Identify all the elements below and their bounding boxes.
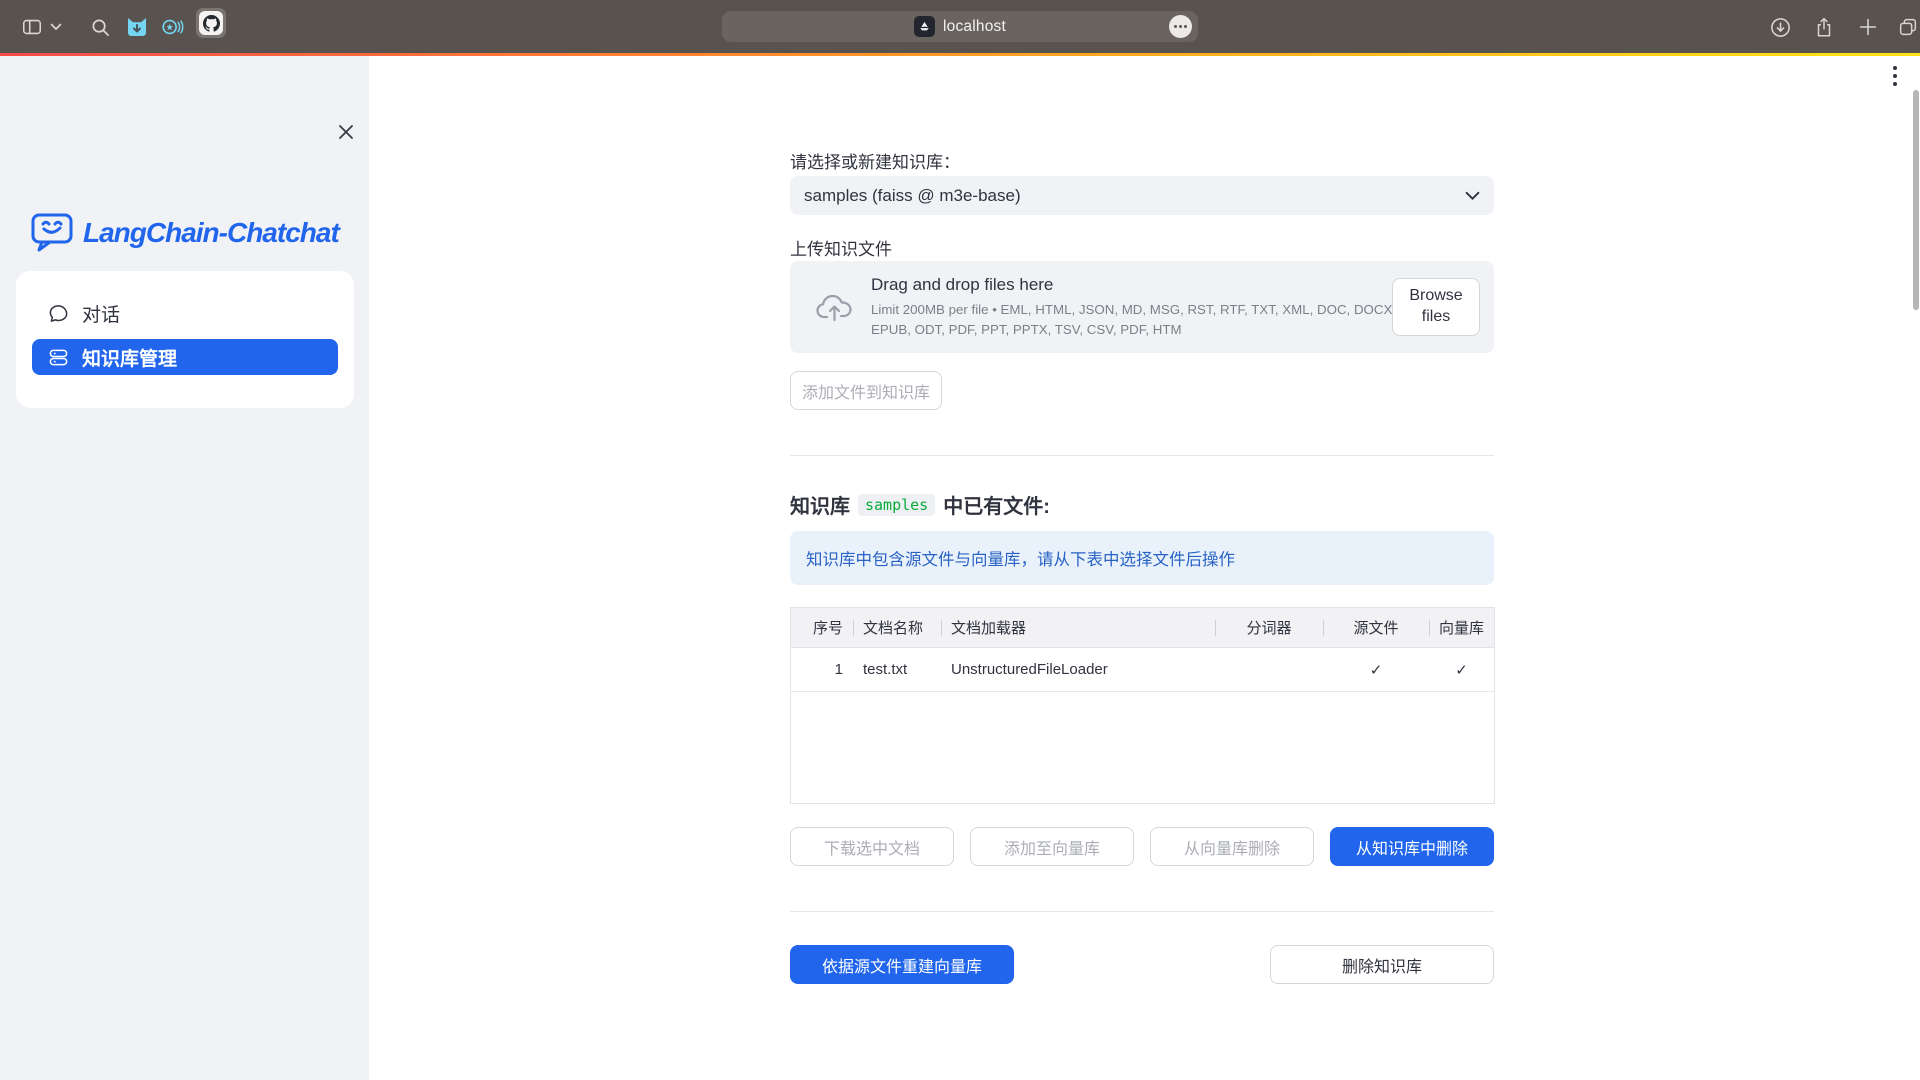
extension-cat-download-icon[interactable] [125, 15, 149, 39]
kb-heading-prefix: 知识库 [790, 490, 850, 519]
downloads-icon[interactable] [1768, 15, 1792, 39]
kb-select-label: 请选择或新建知识库： [790, 148, 1494, 173]
app-menu-icon[interactable] [1893, 66, 1897, 86]
github-extension-button[interactable] [196, 8, 226, 38]
chevron-down-icon[interactable] [48, 15, 64, 39]
nav-item-label: 对话 [82, 300, 120, 327]
bottom-divider [790, 911, 1494, 912]
info-box: 知识库中包含源文件与向量库，请从下表中选择文件后操作 [790, 531, 1494, 585]
share-icon[interactable] [1812, 15, 1836, 39]
delete-from-vector-button[interactable]: 从向量库删除 [1150, 827, 1314, 866]
col-header-vector: 向量库 [1429, 608, 1494, 647]
scrollbar-thumb[interactable] [1913, 90, 1919, 310]
kb-files-heading: 知识库 samples 中已有文件: [790, 490, 1494, 519]
nav-item-label: 知识库管理 [82, 344, 177, 371]
col-header-source: 源文件 [1323, 608, 1429, 647]
new-tab-icon[interactable] [1856, 15, 1880, 39]
github-icon [199, 11, 223, 35]
screen: localhost [0, 0, 1920, 1080]
col-header-index: 序号 [791, 608, 853, 647]
kb-name-code: samples [858, 494, 935, 516]
table-row[interactable]: 1 test.txt UnstructuredFileLoader ✓ ✓ [791, 648, 1494, 692]
kb-files-table[interactable]: 序号 文档名称 文档加载器 分词器 源文件 向量库 1 test.txt Uns… [790, 607, 1495, 804]
cell-name: test.txt [853, 648, 941, 691]
cell-splitter [1215, 648, 1323, 691]
kb-selectbox[interactable]: samples (faiss @ m3e-base) [790, 176, 1494, 215]
add-files-button[interactable]: 添加文件到知识库 [790, 371, 942, 410]
extension-star-ripple-icon[interactable] [160, 15, 184, 39]
sidebar-close-icon[interactable] [336, 122, 358, 144]
dropzone-instructions: Drag and drop files here Limit 200MB per… [871, 275, 1416, 339]
dropzone-limit: Limit 200MB per file • EML, HTML, JSON, … [871, 300, 1416, 339]
sidebar: LangChain-Chatchat 对话 [0, 56, 369, 1080]
select-chevron-icon [1465, 191, 1480, 201]
cell-index: 1 [791, 648, 853, 691]
search-icon[interactable] [88, 15, 112, 39]
cell-source-check: ✓ [1323, 648, 1429, 691]
url-host: localhost [943, 18, 1006, 36]
cell-vector-check: ✓ [1429, 648, 1494, 691]
page-options-icon[interactable] [1169, 15, 1192, 38]
delete-kb-button[interactable]: 删除知识库 [1270, 945, 1494, 984]
col-header-splitter: 分词器 [1215, 608, 1323, 647]
col-header-loader: 文档加载器 [941, 608, 1215, 647]
file-actions-row: 下载选中文档 添加至向量库 从向量库删除 从知识库中删除 [790, 827, 1494, 866]
sidebar-toggle-icon[interactable] [20, 15, 44, 39]
kb-heading-suffix: 中已有文件: [943, 490, 1050, 519]
kb-actions-row: 依据源文件重建向量库 删除知识库 [790, 945, 1494, 984]
table-header-row: 序号 文档名称 文档加载器 分词器 源文件 向量库 [791, 608, 1494, 648]
delete-from-kb-button[interactable]: 从知识库中删除 [1330, 827, 1494, 866]
col-header-name: 文档名称 [853, 608, 941, 647]
chat-bubble-logo-icon [30, 212, 74, 254]
section-divider [790, 455, 1494, 456]
info-message: 知识库中包含源文件与向量库，请从下表中选择文件后操作 [806, 546, 1235, 570]
rebuild-vector-store-button[interactable]: 依据源文件重建向量库 [790, 945, 1014, 984]
chat-icon [48, 303, 69, 324]
kb-selectbox-value: samples (faiss @ m3e-base) [804, 186, 1021, 206]
browser-toolbar: localhost [0, 0, 1920, 53]
address-bar[interactable]: localhost [722, 11, 1198, 42]
cell-loader: UnstructuredFileLoader [941, 648, 1215, 691]
file-dropzone[interactable]: Drag and drop files here Limit 200MB per… [790, 261, 1494, 353]
add-to-vector-button[interactable]: 添加至向量库 [970, 827, 1134, 866]
nav-item-knowledge-base[interactable]: 知识库管理 [32, 339, 338, 375]
cloud-upload-icon [815, 290, 855, 324]
app-logo: LangChain-Chatchat [30, 212, 339, 254]
browse-files-button[interactable]: Browse files [1392, 278, 1480, 336]
tab-overview-icon[interactable] [1896, 15, 1920, 39]
nav-item-chat[interactable]: 对话 [32, 295, 338, 331]
upload-label: 上传知识文件 [790, 235, 1494, 260]
site-favicon [914, 16, 935, 37]
database-icon [48, 347, 69, 368]
download-selected-button[interactable]: 下载选中文档 [790, 827, 954, 866]
app-title: LangChain-Chatchat [83, 217, 339, 249]
dropzone-title: Drag and drop files here [871, 275, 1416, 295]
sidebar-nav: 对话 知识库管理 [16, 271, 354, 408]
